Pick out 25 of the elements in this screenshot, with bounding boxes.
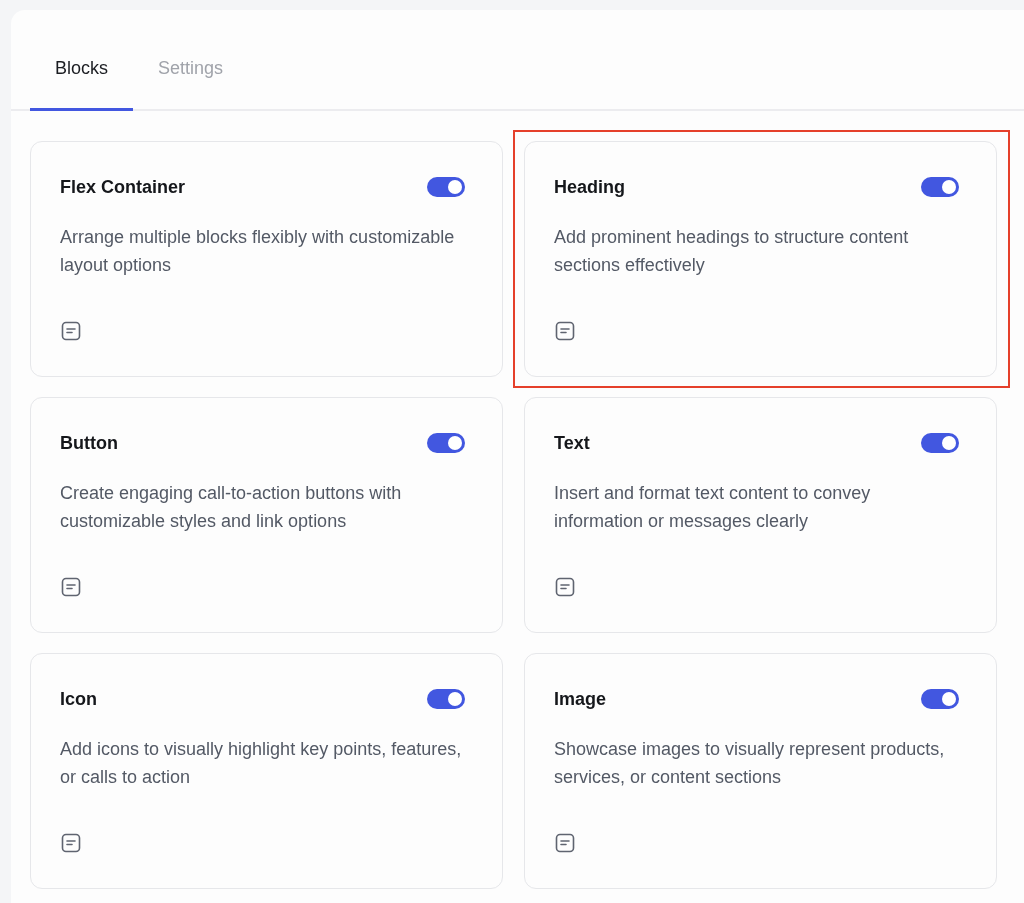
block-title: Image xyxy=(554,688,607,710)
block-title: Flex Container xyxy=(60,176,186,198)
block-title: Button xyxy=(60,432,118,454)
block-description: Create engaging call-to-action buttons with customizable styles and link options xyxy=(60,482,403,533)
toggle-switch[interactable] xyxy=(427,689,465,709)
block-description: Add icons to visually highlight key points, features, or calls to action xyxy=(60,738,463,789)
block-description: Showcase images to visually represent products, services, or content sections xyxy=(554,738,946,789)
tab[interactable]: Blocks xyxy=(30,58,133,111)
block-description: Arrange multiple blocks flexibly with customizable layout options xyxy=(60,226,456,277)
document-icon[interactable] xyxy=(61,321,81,341)
block-title: Text xyxy=(554,432,590,454)
document-icon[interactable] xyxy=(555,833,575,853)
block-title: Heading xyxy=(554,176,625,198)
toggle-switch[interactable] xyxy=(427,433,465,453)
block-description: Insert and format text content to convey information or messages clearly xyxy=(554,482,872,533)
document-icon[interactable] xyxy=(61,833,81,853)
toggle-switch[interactable] xyxy=(921,433,959,453)
document-icon[interactable] xyxy=(555,321,575,341)
block-description: Add prominent headings to structure content sections effectively xyxy=(554,226,910,277)
toggle-switch[interactable] xyxy=(921,689,959,709)
toggle-switch[interactable] xyxy=(921,177,959,197)
document-icon[interactable] xyxy=(555,577,575,597)
toggle-switch[interactable] xyxy=(427,177,465,197)
block-title: Icon xyxy=(60,688,97,710)
document-icon[interactable] xyxy=(61,577,81,597)
